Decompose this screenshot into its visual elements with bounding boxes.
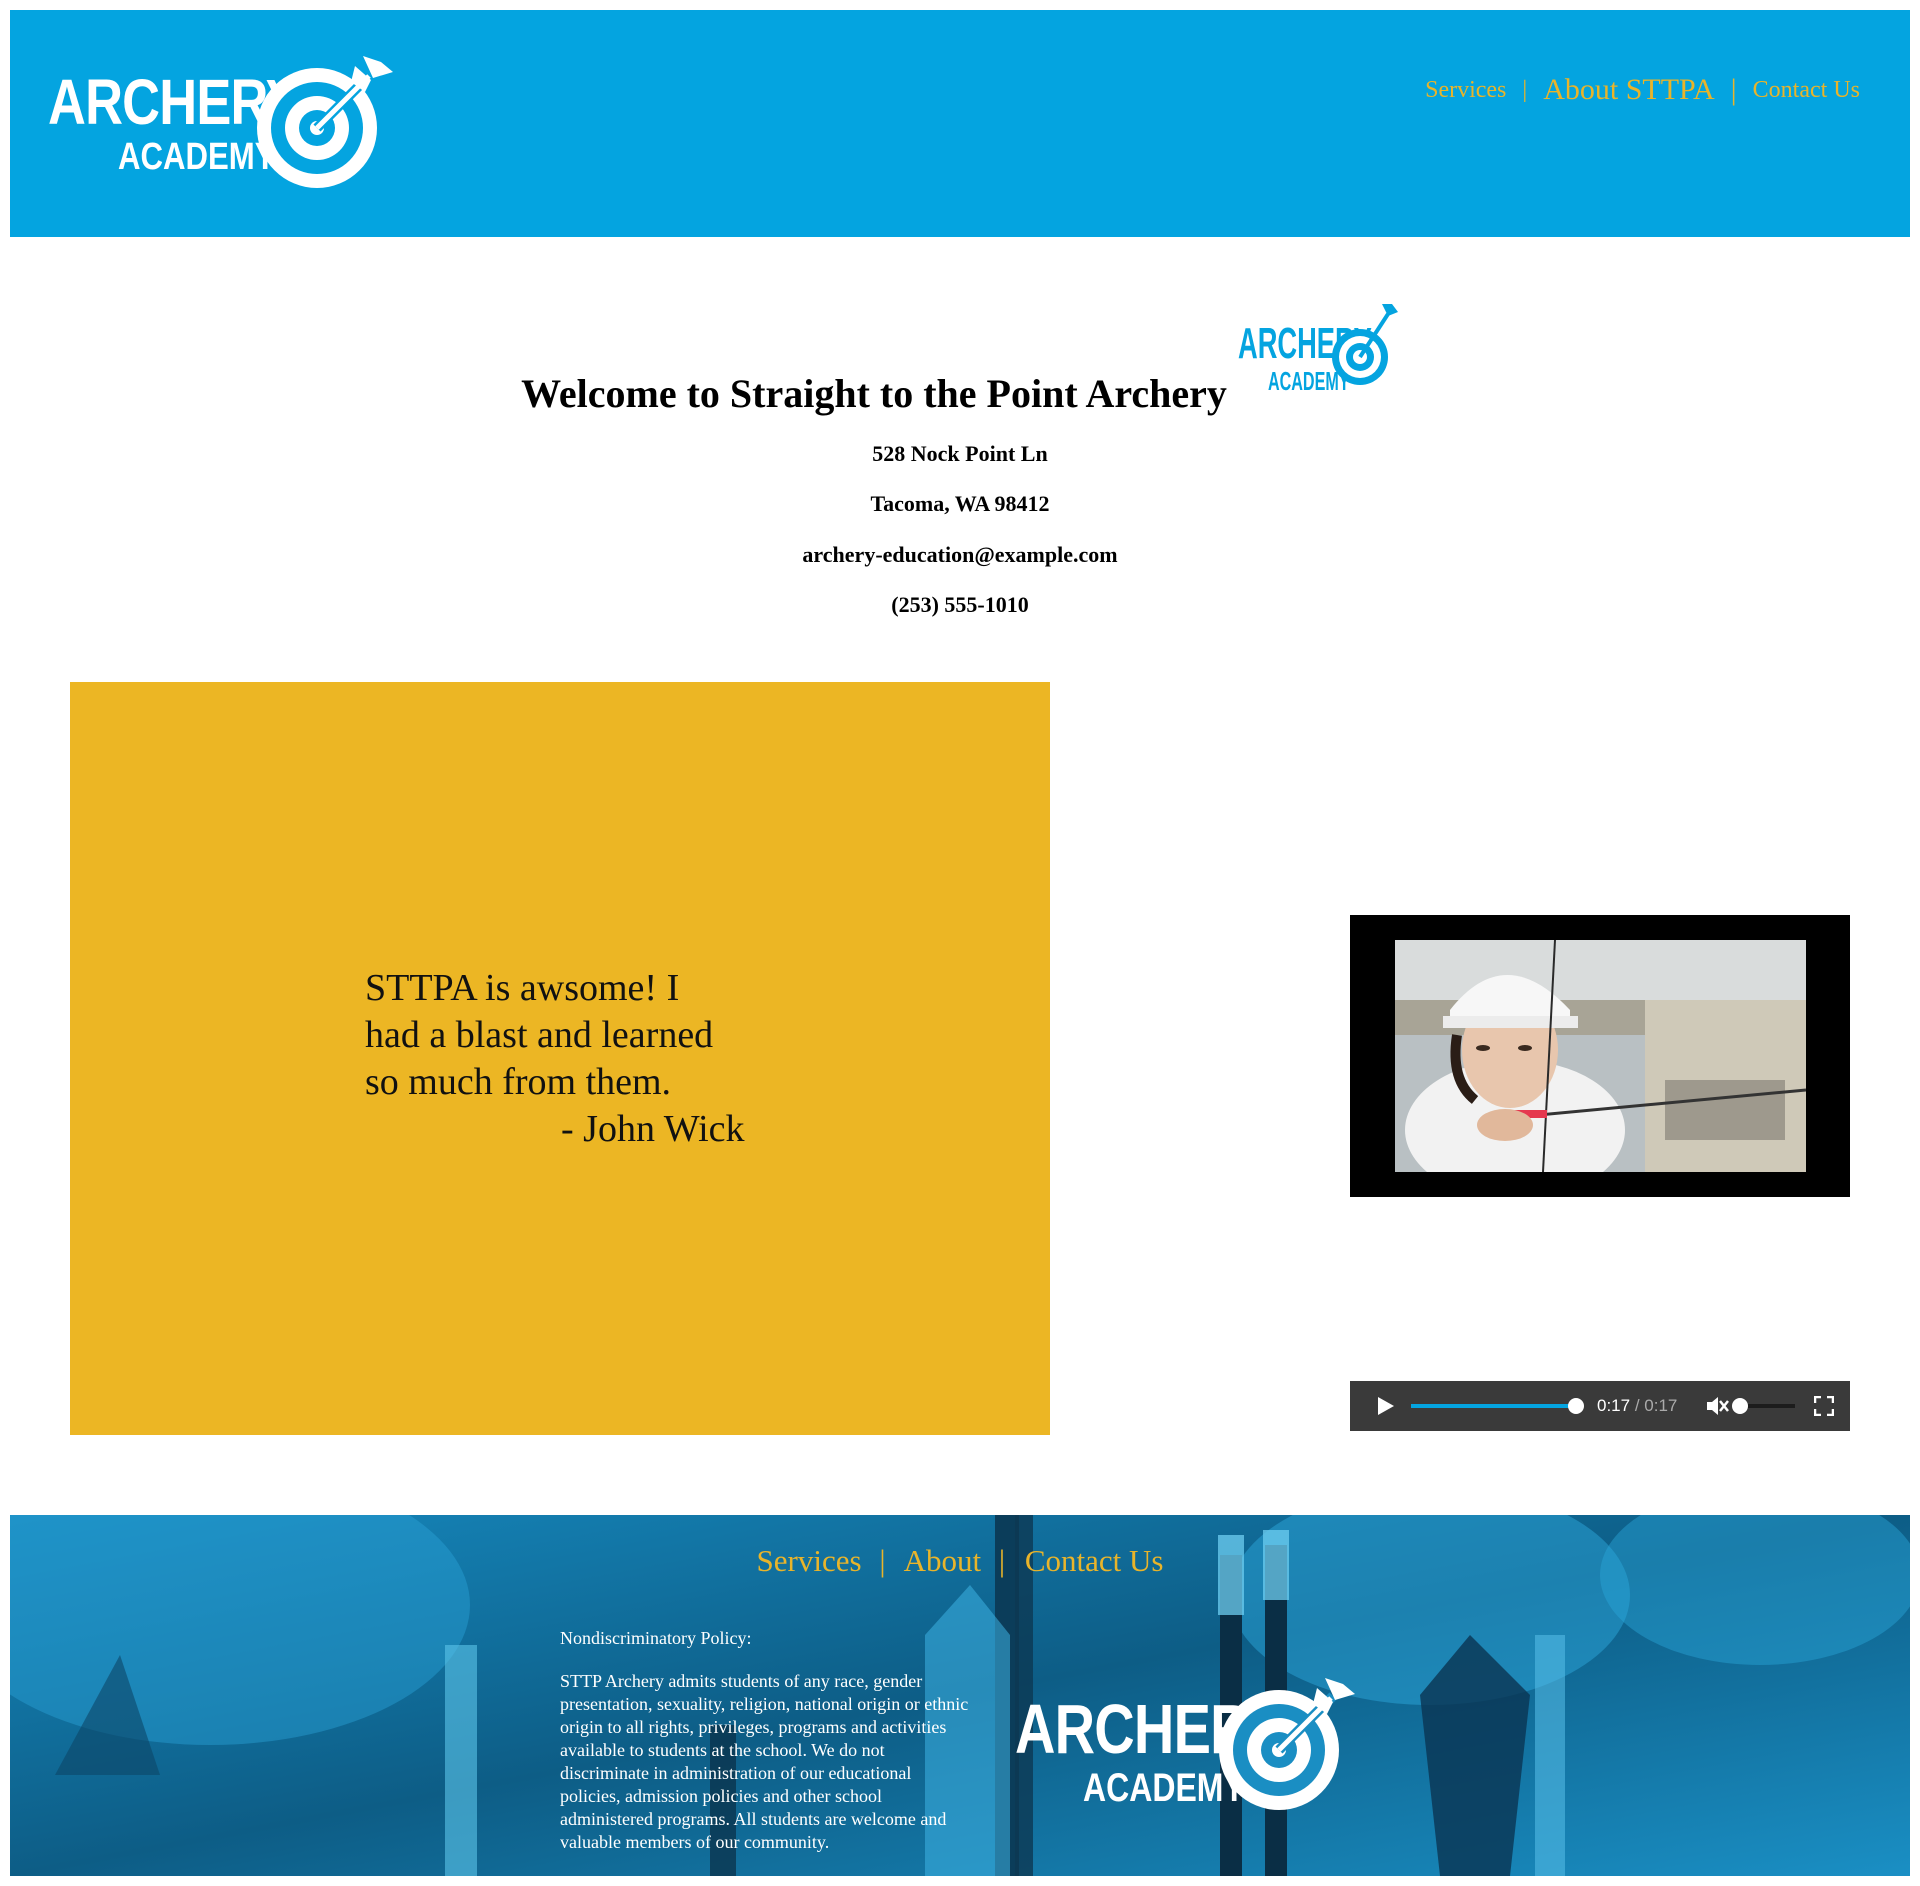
audio-time: 0:17 / 0:17 — [1597, 1396, 1677, 1416]
play-icon[interactable] — [1375, 1396, 1395, 1416]
testimonial-quote: STTPA is awsome! I had a blast and learn… — [365, 965, 745, 1153]
audio-player: 0:17 / 0:17 — [1350, 1381, 1850, 1431]
header-logo[interactable]: ARCHERY ACADEMY — [48, 48, 398, 198]
footer-logo: ARCHERY ACADEMY — [1015, 1668, 1365, 1818]
phone-number: (253) 555-1010 — [891, 592, 1029, 617]
nav-contact-link[interactable]: Contact Us — [1753, 77, 1860, 104]
welcome-logo: ARCHERY ACADEMY — [1238, 302, 1398, 407]
muted-speaker-icon[interactable] — [1705, 1395, 1729, 1417]
footer-nav-separator: | — [998, 1543, 1006, 1578]
fullscreen-icon[interactable] — [1814, 1396, 1834, 1416]
audio-progress-thumb[interactable] — [1568, 1398, 1584, 1414]
audio-progress-track[interactable] — [1411, 1404, 1576, 1408]
email-address: archery-education@example.com — [802, 542, 1118, 567]
volume-track[interactable] — [1740, 1404, 1795, 1408]
testimonial-author: - John Wick — [561, 1108, 745, 1150]
volume-thumb[interactable] — [1732, 1398, 1748, 1414]
nav-services-link[interactable]: Services — [1425, 77, 1506, 104]
audio-progress-fill — [1411, 1404, 1576, 1408]
archer-aiming-photo — [1395, 940, 1806, 1172]
target-arrow-icon — [1219, 1678, 1355, 1810]
address-line-2: Tacoma, WA 98412 — [870, 491, 1050, 516]
audio-time-separator: / — [1634, 1396, 1640, 1415]
page-title: Welcome to Straight to the Point Archery — [521, 371, 1227, 416]
policy-text: STTP Archery admits students of any race… — [560, 1671, 969, 1852]
policy-title: Nondiscriminatory Policy: — [560, 1628, 752, 1648]
testimonial-line: so much from them. — [365, 1061, 672, 1103]
testimonial-line: STTPA is awsome! I — [365, 967, 680, 1009]
footer-contact-link[interactable]: Contact Us — [1025, 1543, 1164, 1578]
audio-current-time: 0:17 — [1597, 1396, 1631, 1415]
address-line-1: 528 Nock Point Ln — [872, 441, 1048, 466]
testimonial-line: had a blast and learned — [365, 1014, 714, 1056]
target-arrow-icon — [1332, 304, 1398, 385]
target-arrow-icon — [257, 56, 393, 188]
header-nav: Services | About STTPA | Contact Us — [1425, 73, 1860, 107]
footer-services-link[interactable]: Services — [757, 1543, 862, 1578]
footer-nav: Services | About | Contact Us — [0, 1543, 1920, 1579]
nav-separator: | — [1522, 76, 1528, 103]
footer-about-link[interactable]: About — [904, 1543, 982, 1578]
footer-nav-separator: | — [879, 1543, 886, 1578]
nav-about-link[interactable]: About STTPA — [1543, 73, 1714, 107]
nav-separator: | — [1730, 73, 1737, 106]
nondiscrimination-policy: Nondiscriminatory Policy: STTP Archery a… — [560, 1627, 970, 1854]
audio-duration: 0:17 — [1644, 1396, 1678, 1415]
